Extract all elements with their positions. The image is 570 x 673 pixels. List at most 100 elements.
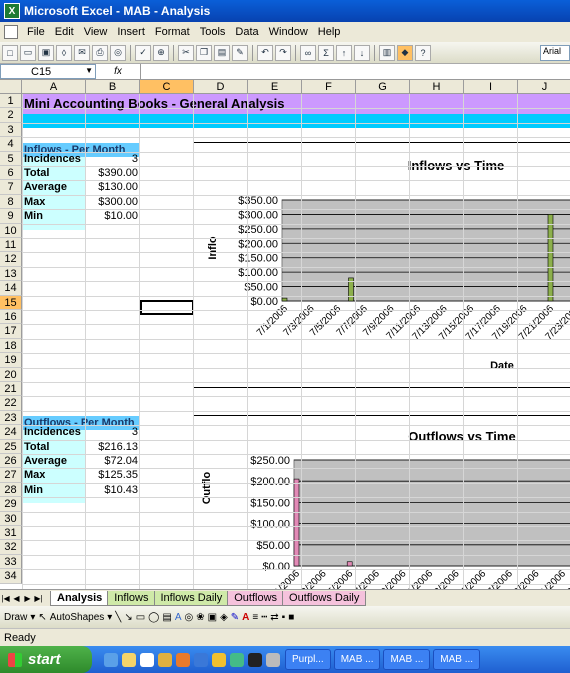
menu-insert[interactable]: Insert [112, 26, 150, 38]
row-header[interactable]: 31 [0, 526, 22, 541]
row-header[interactable]: 17 [0, 324, 22, 339]
row-header[interactable]: 21 [0, 382, 22, 397]
outflows-label[interactable]: Min [24, 483, 43, 497]
column-header[interactable]: E [248, 80, 302, 94]
worksheet-grid[interactable]: Mini Accounting Books - General Analysis… [0, 80, 570, 589]
column-header[interactable]: F [302, 80, 356, 94]
messenger-icon[interactable] [212, 652, 226, 667]
selected-cell-c15[interactable] [140, 300, 194, 315]
row-header[interactable]: 7 [0, 180, 22, 195]
menu-view[interactable]: View [79, 26, 113, 38]
paste-icon[interactable]: ▤ [214, 44, 230, 61]
chart-wizard-icon[interactable]: ▥ [379, 44, 395, 61]
formula-input[interactable] [140, 64, 570, 79]
3d-icon[interactable]: ■ [288, 612, 294, 623]
outflows-value[interactable]: $72.04 [86, 454, 138, 468]
column-header[interactable]: H [410, 80, 464, 94]
insert-function-icon[interactable]: fx [96, 66, 140, 77]
start-button[interactable]: start [0, 646, 92, 673]
font-color-icon[interactable]: A [242, 612, 249, 623]
new-icon[interactable]: □ [2, 44, 18, 61]
shadow-icon[interactable]: ▪ [282, 612, 286, 623]
prev-sheet-icon[interactable]: ◀ [11, 594, 22, 603]
oval-icon[interactable]: ◯ [148, 612, 159, 623]
column-header[interactable]: J [518, 80, 570, 94]
row-header[interactable]: 10 [0, 223, 22, 238]
next-sheet-icon[interactable]: ▶ [22, 594, 33, 603]
row-header[interactable]: 30 [0, 511, 22, 526]
line-color-icon[interactable]: ✎ [231, 612, 239, 623]
row-header[interactable]: 13 [0, 266, 22, 282]
spelling-icon[interactable]: ✓ [135, 44, 151, 61]
clipart-icon[interactable]: ❀ [196, 612, 204, 623]
first-sheet-icon[interactable]: |◀ [0, 594, 11, 603]
inflows-chart[interactable]: Inflows vs Time Inflo $0.00 $50.00 $100.00 $1… [193, 142, 570, 388]
folder-icon[interactable] [122, 652, 136, 667]
row-header[interactable]: 14 [0, 281, 22, 296]
column-header[interactable]: I [464, 80, 518, 94]
sort-descending-icon[interactable]: ↓ [354, 44, 370, 61]
picture-icon[interactable]: ▣ [208, 612, 217, 623]
help-icon[interactable]: ? [415, 44, 431, 61]
app-icon[interactable] [248, 652, 262, 667]
save-icon[interactable]: ▣ [38, 44, 54, 61]
menu-data[interactable]: Data [230, 26, 263, 38]
row-header[interactable]: 5 [0, 151, 22, 166]
ie-icon[interactable] [194, 652, 208, 667]
hyperlink-icon[interactable]: ∞ [300, 44, 316, 61]
row-header[interactable]: 26 [0, 454, 22, 469]
inflows-label[interactable]: Incidences [24, 152, 81, 166]
row-header[interactable]: 19 [0, 353, 22, 368]
outflows-label[interactable]: Incidences [24, 425, 81, 439]
tab-outflows-daily[interactable]: Outflows Daily [282, 590, 367, 606]
row-header[interactable]: 27 [0, 468, 22, 483]
taskbar-item[interactable]: MAB ... [383, 649, 431, 670]
last-sheet-icon[interactable]: ▶| [33, 594, 44, 603]
tab-inflows-daily[interactable]: Inflows Daily [153, 590, 230, 606]
autoshapes-menu[interactable]: AutoShapes [50, 612, 105, 623]
column-header[interactable]: A [22, 80, 86, 94]
media-icon[interactable] [158, 652, 172, 667]
diagram-icon[interactable]: ◎ [185, 612, 194, 623]
inflows-label[interactable]: Total [24, 166, 49, 180]
rectangle-icon[interactable]: ▭ [136, 612, 145, 623]
word-icon[interactable] [140, 652, 154, 667]
copy-icon[interactable]: ❐ [196, 44, 212, 61]
inflows-value[interactable]: $10.00 [86, 209, 138, 223]
draw-menu[interactable]: Draw [4, 612, 27, 623]
menu-format[interactable]: Format [150, 26, 195, 38]
row-header[interactable]: 33 [0, 554, 22, 570]
redo-icon[interactable]: ↷ [275, 44, 291, 61]
inflows-label[interactable]: Max [24, 195, 45, 209]
drawing-icon[interactable]: ◆ [397, 44, 413, 61]
format-painter-icon[interactable]: ✎ [232, 44, 248, 61]
sheet-title[interactable]: Mini Accounting Books - General Analysis [24, 96, 285, 112]
outflows-value[interactable]: $216.13 [86, 440, 138, 454]
fill-color-icon[interactable]: ◈ [220, 612, 228, 623]
dash-style-icon[interactable]: ┅ [261, 612, 267, 623]
open-icon[interactable]: ▭ [20, 44, 36, 61]
chevron-down-icon[interactable]: ▾ [30, 612, 35, 623]
menu-edit[interactable]: Edit [50, 26, 79, 38]
row-header[interactable]: 22 [0, 396, 22, 411]
outflows-label[interactable]: Average [24, 454, 67, 468]
row-header[interactable]: 23 [0, 410, 22, 426]
app-icon[interactable] [230, 652, 244, 667]
row-header[interactable]: 3 [0, 122, 22, 138]
tab-inflows[interactable]: Inflows [107, 590, 156, 606]
wordart-icon[interactable]: A [175, 612, 182, 623]
row-header[interactable]: 25 [0, 439, 22, 454]
outflows-value[interactable]: 3 [86, 425, 138, 439]
cut-icon[interactable]: ✂ [178, 44, 194, 61]
line-style-icon[interactable]: ≡ [252, 612, 258, 623]
ie-icon[interactable] [104, 652, 118, 667]
row-header[interactable]: 18 [0, 338, 22, 354]
taskbar-item[interactable]: MAB ... [433, 649, 481, 670]
inflows-value[interactable]: $130.00 [86, 180, 138, 194]
column-header[interactable]: C [140, 80, 194, 94]
permission-icon[interactable]: ◊ [56, 44, 72, 61]
taskbar-item[interactable]: Purpl... [285, 649, 331, 670]
inflows-value[interactable]: $300.00 [86, 195, 138, 209]
row-header[interactable]: 24 [0, 425, 22, 440]
select-all-corner[interactable] [0, 80, 22, 94]
